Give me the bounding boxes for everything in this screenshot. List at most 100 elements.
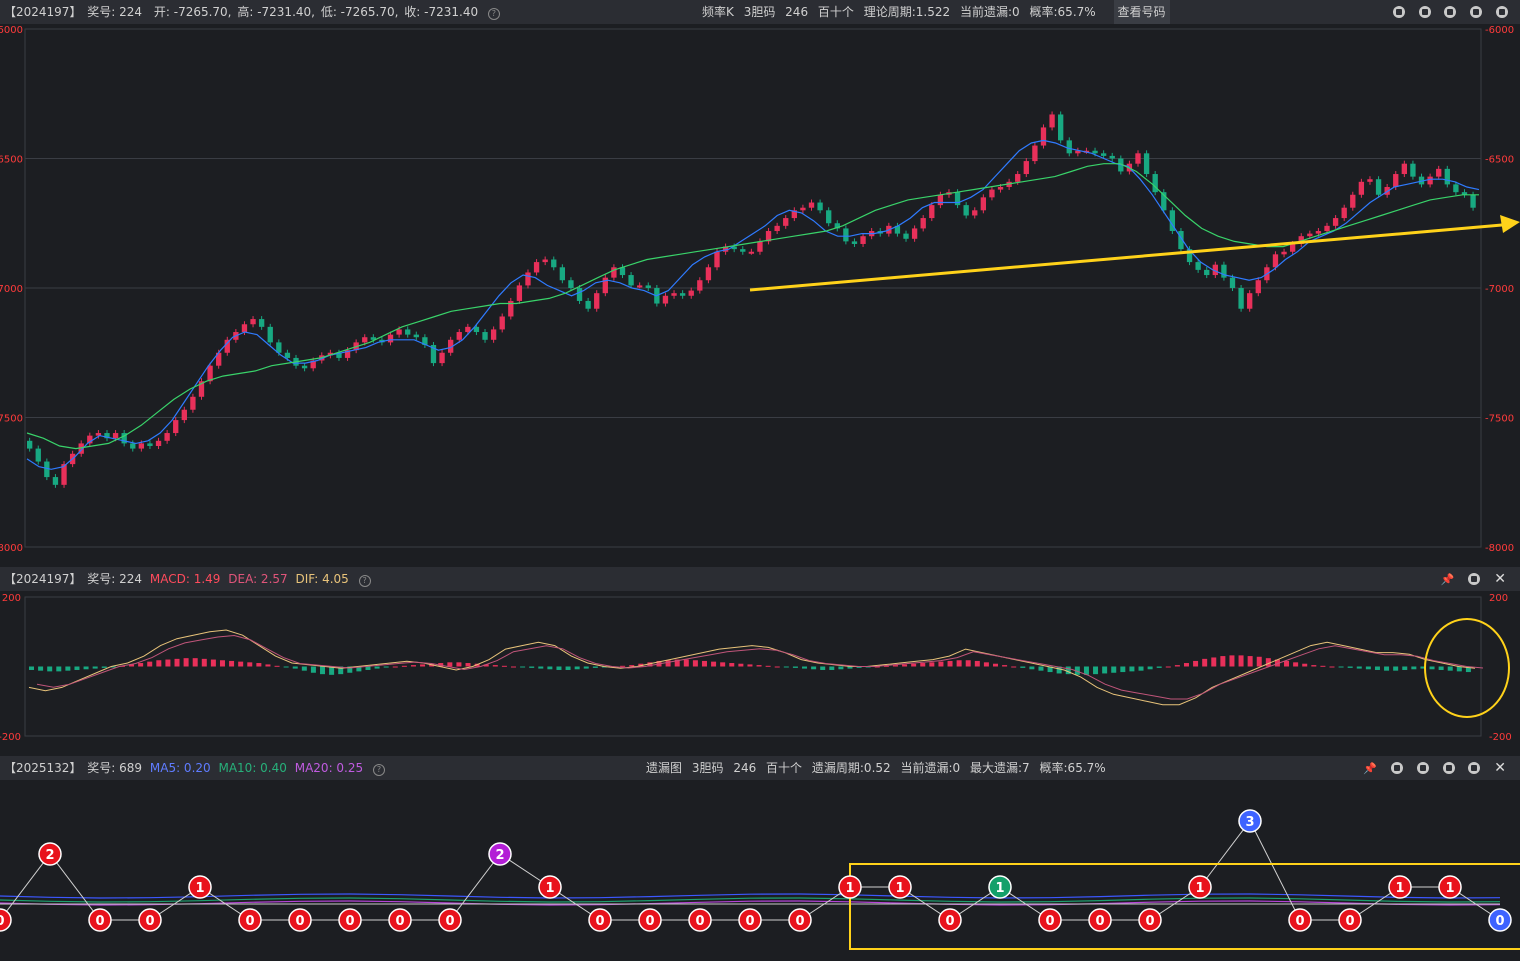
candle — [989, 189, 995, 198]
candle — [1255, 280, 1261, 294]
help-icon[interactable]: ? — [487, 8, 500, 20]
macd-bar — [65, 666, 71, 671]
miss-node: 1 — [1388, 875, 1412, 899]
candle — [637, 285, 643, 288]
period: 【2024197】 — [4, 5, 82, 19]
candle — [499, 316, 505, 330]
candle — [1324, 225, 1330, 232]
miss-back-icon[interactable] — [1390, 762, 1403, 774]
miss-stats: 遗漏图 3胆码 246 百十个 遗漏周期:0.52 当前遗漏:0 最大遗漏:7 … — [646, 756, 1106, 780]
candle — [1341, 207, 1347, 219]
candle — [679, 293, 686, 296]
macd-bar — [756, 665, 762, 667]
back-icon[interactable] — [1418, 6, 1431, 18]
candle — [1229, 277, 1236, 288]
macd-bar — [38, 666, 44, 671]
macd-bar — [1220, 656, 1226, 667]
macd-bar — [1111, 666, 1117, 673]
macd-bar — [83, 666, 89, 670]
candle — [980, 197, 987, 211]
miss-down-icon[interactable] — [1442, 762, 1455, 774]
candle — [757, 241, 763, 252]
candle — [1023, 161, 1029, 175]
candle — [52, 477, 59, 485]
down-arrow-icon[interactable] — [1470, 6, 1483, 18]
miss-node: 1 — [1188, 875, 1212, 899]
candle — [1152, 174, 1158, 193]
miss-help-icon[interactable]: ? — [372, 764, 385, 776]
macd-bar — [892, 665, 898, 667]
candle — [740, 249, 746, 252]
high: 高: -7231.40, — [237, 5, 315, 19]
miss-code: 3胆码 — [691, 761, 724, 775]
miss-node-label: 0 — [1345, 914, 1354, 929]
macd-bar — [1293, 662, 1299, 667]
up-arrow-icon[interactable] — [1444, 6, 1457, 18]
macd-bar — [420, 664, 426, 667]
miss-node: 0 — [438, 908, 462, 932]
candle — [697, 280, 703, 291]
miss-node-label: 0 — [795, 914, 804, 929]
macd-bar — [210, 659, 216, 667]
miss-node-label: 0 — [695, 914, 704, 929]
macd-bar — [774, 666, 780, 668]
candle — [997, 186, 1004, 190]
macd-settings-icon[interactable] — [1468, 573, 1481, 585]
macd-bar — [1356, 666, 1362, 669]
candle — [705, 267, 712, 281]
candle — [387, 334, 394, 343]
macd-bar — [629, 665, 635, 667]
macd-bar — [1447, 666, 1453, 671]
miss-node: 1 — [188, 875, 212, 899]
candle — [190, 396, 196, 410]
view-numbers-button[interactable]: 查看号码 — [1113, 0, 1170, 24]
candle — [1436, 168, 1442, 177]
ma20-value: MA20: 0.25 — [294, 761, 364, 775]
macd-header: 【2024197】 奖号: 224 MACD: 1.49 DEA: 2.57 D… — [0, 567, 1520, 591]
candle — [826, 210, 832, 224]
highlight-box — [849, 863, 1520, 950]
macd-bar — [501, 665, 507, 667]
miss-up-icon[interactable] — [1416, 762, 1429, 774]
candle — [362, 337, 368, 343]
macd-bar — [529, 666, 535, 668]
macd-bar — [1256, 656, 1262, 667]
macd-bar — [511, 666, 517, 668]
macd-bar — [92, 666, 98, 669]
settings-icon[interactable] — [1496, 6, 1508, 18]
dea-line — [36, 634, 1484, 700]
macd-period: 【2024197】 — [4, 572, 82, 586]
macd-bar — [956, 660, 962, 667]
candle — [138, 443, 145, 449]
miss-node: 0 — [338, 908, 362, 932]
macd-y-tick-left: -200 — [0, 732, 21, 743]
candle — [482, 332, 488, 340]
macd-bar — [692, 660, 698, 667]
macd-help-icon[interactable]: ? — [358, 575, 371, 587]
miss-mode: 遗漏图 — [646, 761, 683, 775]
candle — [748, 251, 755, 254]
miss-node: 0 — [1338, 908, 1362, 932]
candle — [774, 225, 780, 232]
pin-icon[interactable]: 📌 — [1441, 568, 1455, 592]
miss-node-label: 0 — [245, 914, 254, 929]
miss-close-icon[interactable]: ✕ — [1494, 756, 1506, 780]
kline-chart: -6000 -6000 -6500 -6500 -7000 -7000 -7500 -7500… — [0, 25, 1520, 554]
candle — [1100, 153, 1107, 156]
miss-settings-icon[interactable] — [1468, 762, 1481, 774]
macd-bar — [592, 666, 598, 668]
macd-bar — [301, 666, 307, 671]
candle — [112, 433, 119, 439]
prob-label: 概率:65.7% — [1029, 5, 1096, 19]
miss-node-label: 0 — [945, 914, 954, 929]
macd-bar — [447, 662, 453, 667]
miss-node: 0 — [288, 908, 312, 932]
macd-bar — [838, 666, 844, 670]
edit-icon[interactable] — [1392, 6, 1405, 18]
macd-y-tick-right: -200 — [1489, 732, 1512, 743]
close-icon[interactable]: ✕ — [1494, 567, 1506, 591]
low: 低: -7265.70, — [320, 5, 399, 19]
macd-bar — [783, 666, 789, 668]
miss-pin-icon[interactable]: 📌 — [1363, 757, 1377, 781]
miss-node: 0 — [588, 908, 612, 932]
